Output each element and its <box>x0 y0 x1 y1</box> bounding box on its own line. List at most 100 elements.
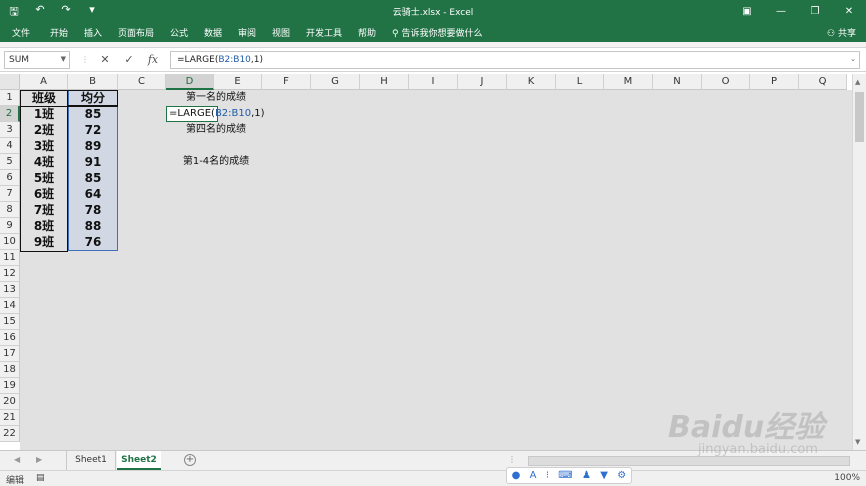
cell-class[interactable]: 3班 <box>20 138 68 154</box>
cell-score[interactable]: 88 <box>68 218 118 234</box>
cell-d3[interactable]: 第四名的成绩 <box>166 122 266 138</box>
scroll-up-icon[interactable]: ▲ <box>855 78 860 86</box>
ime-toolbar[interactable]: ● A ⁝ ⌨ ♟ ▼ ⚙ <box>506 467 632 484</box>
column-header[interactable]: C <box>118 74 166 90</box>
row-header[interactable]: 18 <box>0 362 20 378</box>
column-header[interactable]: A <box>20 74 68 90</box>
column-header[interactable]: J <box>458 74 507 90</box>
cell-score[interactable]: 72 <box>68 122 118 138</box>
next-sheet-icon[interactable]: ▶ <box>36 455 42 464</box>
column-header[interactable]: M <box>604 74 653 90</box>
column-header[interactable]: P <box>750 74 799 90</box>
row-header[interactable]: 8 <box>0 202 20 218</box>
row-header[interactable]: 10 <box>0 234 20 250</box>
column-header[interactable]: H <box>360 74 409 90</box>
select-all-corner[interactable] <box>0 74 20 90</box>
row-header[interactable]: 11 <box>0 250 20 266</box>
sheet-tab-sheet2[interactable]: Sheet2 <box>117 451 161 470</box>
cell-class[interactable]: 2班 <box>20 122 68 138</box>
ime-language-icon[interactable]: A <box>530 470 537 481</box>
cell-score[interactable]: 85 <box>68 170 118 186</box>
cell-a1[interactable]: 班级 <box>20 90 68 106</box>
tab-insert[interactable]: 插入 <box>84 26 102 39</box>
column-header[interactable]: I <box>409 74 458 90</box>
cell-class[interactable]: 1班 <box>20 106 68 122</box>
row-header[interactable]: 5 <box>0 154 20 170</box>
scroll-thumb[interactable] <box>855 92 864 142</box>
row-header[interactable]: 16 <box>0 330 20 346</box>
ime-punctuation-icon[interactable]: ⁝ <box>546 470 549 481</box>
tab-review[interactable]: 审阅 <box>238 26 256 39</box>
column-header[interactable]: L <box>556 74 604 90</box>
cell-class[interactable]: 4班 <box>20 154 68 170</box>
cell-class[interactable]: 9班 <box>20 234 68 250</box>
tab-data[interactable]: 数据 <box>204 26 222 39</box>
row-header[interactable]: 7 <box>0 186 20 202</box>
tab-file[interactable]: 文件 <box>12 26 30 39</box>
close-icon[interactable]: ✕ <box>832 0 866 22</box>
tab-splitter-icon[interactable]: ⋮ <box>508 455 516 464</box>
chevron-down-icon[interactable]: ▼ <box>61 55 66 63</box>
ribbon-display-options-icon[interactable]: ▣ <box>730 0 764 22</box>
column-header[interactable]: F <box>262 74 311 90</box>
cell-d1[interactable]: 第一名的成绩 <box>166 90 266 106</box>
tell-me-search[interactable]: ⚲ 告诉我你想要做什么 <box>392 26 482 39</box>
cell-d5[interactable]: 第1-4名的成绩 <box>166 154 266 170</box>
tab-home[interactable]: 开始 <box>50 26 68 39</box>
prev-sheet-icon[interactable]: ◀ <box>14 455 20 464</box>
tab-help[interactable]: 帮助 <box>358 26 376 39</box>
cell-class[interactable]: 7班 <box>20 202 68 218</box>
share-button[interactable]: ⚇ 共享 <box>827 26 856 39</box>
row-header[interactable]: 21 <box>0 410 20 426</box>
scroll-down-icon[interactable]: ▼ <box>855 438 860 446</box>
ime-keyboard-icon[interactable]: ⌨ <box>558 470 572 481</box>
cell-score[interactable]: 76 <box>68 234 118 250</box>
row-header[interactable]: 4 <box>0 138 20 154</box>
vertical-scrollbar[interactable]: ▲ ▼ <box>852 74 866 450</box>
column-header[interactable]: Q <box>799 74 847 90</box>
cell-score[interactable]: 78 <box>68 202 118 218</box>
column-header[interactable]: B <box>68 74 118 90</box>
tab-developer[interactable]: 开发工具 <box>306 26 342 39</box>
insert-function-icon[interactable]: fx <box>142 51 164 69</box>
restore-icon[interactable]: ❐ <box>798 0 832 22</box>
tab-formulas[interactable]: 公式 <box>170 26 188 39</box>
row-header[interactable]: 19 <box>0 378 20 394</box>
ime-logo-icon[interactable]: ● <box>512 470 521 481</box>
cell-score[interactable]: 91 <box>68 154 118 170</box>
confirm-entry-icon[interactable]: ✓ <box>118 51 140 69</box>
formula-input[interactable]: =LARGE(B2:B10,1) ⌄ <box>170 51 860 69</box>
row-header[interactable]: 17 <box>0 346 20 362</box>
row-header[interactable]: 3 <box>0 122 20 138</box>
cell-score[interactable]: 89 <box>68 138 118 154</box>
tab-view[interactable]: 视图 <box>272 26 290 39</box>
row-header[interactable]: 6 <box>0 170 20 186</box>
cell-d2-editing[interactable]: =LARGE(B2:B10,1) <box>166 106 265 122</box>
cell-class[interactable]: 5班 <box>20 170 68 186</box>
minimize-icon[interactable]: — <box>764 0 798 22</box>
column-header[interactable]: G <box>311 74 360 90</box>
ime-skin-icon[interactable]: ▼ <box>600 470 608 481</box>
cell-class[interactable]: 8班 <box>20 218 68 234</box>
cell-area[interactable] <box>20 90 866 450</box>
row-header[interactable]: 14 <box>0 298 20 314</box>
tab-page-layout[interactable]: 页面布局 <box>118 26 154 39</box>
worksheet-grid[interactable]: ABCDEFGHIJKLMNOPQ 1 2 3 4 5 6 7 8 9 10 11 12 13 14 15 1… <box>0 74 866 450</box>
row-header[interactable]: 15 <box>0 314 20 330</box>
row-header[interactable]: 12 <box>0 266 20 282</box>
cell-score[interactable]: 64 <box>68 186 118 202</box>
column-header[interactable]: E <box>214 74 262 90</box>
ime-user-icon[interactable]: ♟ <box>582 470 591 481</box>
macro-record-icon[interactable]: ▤ <box>36 473 45 483</box>
row-header[interactable]: 22 <box>0 426 20 442</box>
cell-b1[interactable]: 均分 <box>68 90 118 106</box>
name-box[interactable]: SUM ▼ <box>4 51 70 69</box>
column-header[interactable]: O <box>702 74 750 90</box>
cancel-entry-icon[interactable]: ✕ <box>94 51 116 69</box>
row-header[interactable]: 2 <box>0 106 20 122</box>
column-header[interactable]: K <box>507 74 556 90</box>
horizontal-scrollbar[interactable] <box>528 456 850 466</box>
sheet-tab-sheet1[interactable]: Sheet1 <box>66 451 116 470</box>
add-sheet-icon[interactable]: + <box>184 454 196 466</box>
row-header[interactable]: 1 <box>0 90 20 106</box>
